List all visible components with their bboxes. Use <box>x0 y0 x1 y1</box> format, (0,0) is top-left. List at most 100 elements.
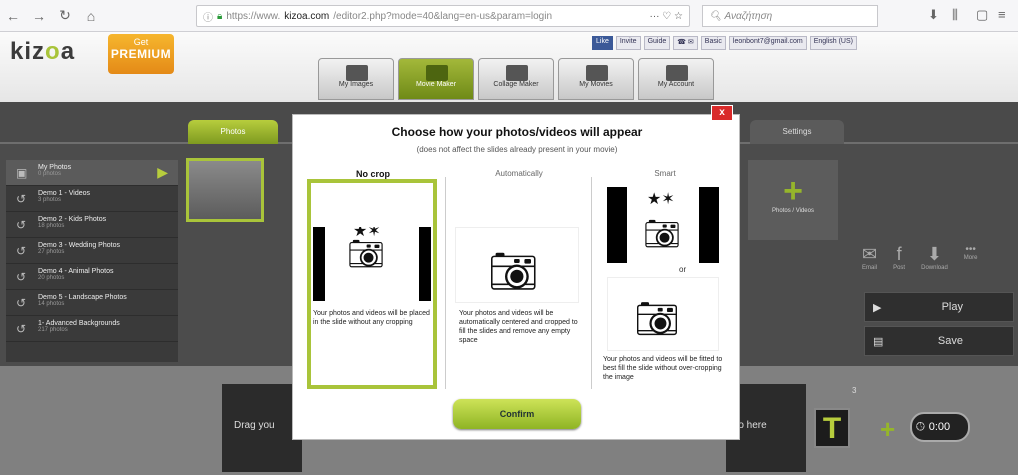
album-name: Demo 3 - Wedding Photos <box>38 242 120 249</box>
crop-mode-dialog: x Choose how your photos/videos will app… <box>292 105 740 440</box>
premium-label: PREMIUM <box>110 47 172 61</box>
phone-mail-icon[interactable]: ☎ ✉ <box>673 36 698 50</box>
album-item[interactable]: Demo 5 - Landscape Photos14 photos <box>6 290 178 316</box>
menu-icon[interactable]: ≡ <box>998 7 1006 22</box>
album-item[interactable]: Demo 2 - Kids Photos18 photos <box>6 212 178 238</box>
dialog-subtitle: (does not affect the slides already pres… <box>416 145 618 154</box>
album-item[interactable]: Demo 4 - Animal Photos20 photos <box>6 264 178 290</box>
download-label: Download <box>921 265 948 271</box>
post-label: Post <box>893 265 906 271</box>
album-count: 217 photos <box>38 327 68 333</box>
album-item[interactable]: Demo 1 - Videos3 photos <box>6 186 178 212</box>
save-button[interactable]: ▤ Save <box>864 326 1014 356</box>
smart-illustration-fit[interactable]: 📷︎ ★✶ <box>607 187 719 263</box>
download-button[interactable]: ⬇ Download <box>921 244 948 271</box>
save-icon: ▤ <box>873 335 884 348</box>
camera-mascot-icon: 📷︎ <box>347 238 386 271</box>
sidebar-icon[interactable]: ▢ <box>976 7 988 23</box>
divider <box>591 177 592 389</box>
option-desc-no-crop: Your photos and videos will be placed in… <box>313 310 430 326</box>
menu-label: Movie Maker <box>415 81 457 88</box>
facebook-like-button[interactable]: Like <box>592 36 613 50</box>
divider <box>445 177 446 389</box>
timeline-drop-slot[interactable]: Drag you <box>222 384 302 472</box>
url-path: /editor2.php?mode=40&lang=en-us&param=lo… <box>333 10 553 22</box>
add-photos-videos-button[interactable]: + Photos / Videos <box>748 160 838 240</box>
automatic-illustration[interactable]: 📷︎ <box>455 227 579 303</box>
browser-toolbar: ← → ↻ ⌂ ⓘ 🔒︎ https://www. kizoa.com/edito… <box>0 0 1018 32</box>
letterbox-bar <box>607 187 627 263</box>
play-icon: ▶ <box>873 301 882 314</box>
logo-part-c: a <box>60 38 76 65</box>
or-label: or <box>679 265 687 274</box>
drag-text: Drag you <box>234 420 275 431</box>
confirm-button[interactable]: Confirm <box>453 399 581 429</box>
album-name: My Photos <box>38 164 72 171</box>
top-links: Like Invite Guide ☎ ✉ Basic leonbont7@gm… <box>592 36 857 50</box>
album-list: My Photos0 photos Demo 1 - Videos3 photo… <box>6 160 178 362</box>
main-menu: My Images Movie Maker Collage Maker My M… <box>318 58 714 100</box>
home-icon[interactable]: ⌂ <box>78 8 104 24</box>
guide-button[interactable]: Guide <box>643 36 671 50</box>
album-count: 3 photos <box>38 197 62 203</box>
download-icon[interactable]: ⬇ <box>928 7 939 23</box>
tab-photos[interactable]: Photos <box>188 120 278 144</box>
album-item[interactable]: My Photos0 photos <box>6 160 178 186</box>
back-icon[interactable]: ← <box>0 8 26 24</box>
option-desc-automatically: Your photos and videos will be automatic… <box>459 310 578 344</box>
email-button[interactable]: ✉ Email <box>862 244 877 271</box>
url-domain: kizoa.com <box>284 10 330 22</box>
plan-badge: Basic <box>700 36 726 50</box>
slide-number: 3 <box>852 386 857 395</box>
letterbox-bar <box>313 227 325 301</box>
get-premium-button[interactable]: Get PREMIUM <box>108 34 174 74</box>
more-button[interactable]: ••• More <box>964 244 978 271</box>
option-label-smart: Smart <box>654 169 676 178</box>
stars-icon: ★✶ <box>353 227 381 240</box>
invite-button[interactable]: Invite <box>615 36 641 50</box>
kizoa-logo[interactable]: kizoa <box>10 38 75 66</box>
duration-display[interactable]: 🕓︎ 0:00 <box>910 412 970 442</box>
add-text-button[interactable]: T <box>814 408 850 448</box>
images-icon <box>346 65 368 81</box>
url-prefix: https://www. <box>226 10 281 22</box>
album-count: 20 photos <box>38 275 65 281</box>
add-slide-plus-icon[interactable]: + <box>880 414 895 445</box>
photo-thumbnail[interactable] <box>186 158 264 222</box>
close-button[interactable]: x <box>711 105 733 121</box>
forward-icon[interactable]: → <box>26 8 52 24</box>
smart-illustration-crop[interactable]: 📷︎ <box>607 277 719 351</box>
post-button[interactable]: f Post <box>893 244 905 271</box>
premium-get: Get <box>133 37 149 47</box>
album-count: 27 photos <box>38 249 65 255</box>
camera-mascot-icon: 📷︎ <box>643 218 682 251</box>
logo-part-a: kiz <box>10 38 46 65</box>
album-count: 0 photos <box>38 171 62 177</box>
album-name: Demo 1 - Videos <box>38 190 91 197</box>
info-icon: ⓘ <box>203 12 213 24</box>
menu-label: Collage Maker <box>493 81 539 88</box>
play-button[interactable]: ▶ Play <box>864 292 1014 322</box>
logo-part-b: o <box>45 38 61 65</box>
plus-icon: + <box>783 172 803 210</box>
album-item[interactable]: Demo 3 - Wedding Photos27 photos <box>6 238 178 264</box>
reload-icon[interactable]: ↻ <box>52 7 78 24</box>
account-email[interactable]: leonbont7@gmail.com <box>728 36 807 50</box>
bookmark-star-icon[interactable]: ··· ♡ ☆ <box>650 11 683 22</box>
movie-maker-icon <box>426 65 448 81</box>
menu-my-account[interactable]: My Account <box>638 58 714 100</box>
play-label: Play <box>941 301 963 313</box>
more-label: More <box>963 255 978 261</box>
album-item[interactable]: 1- Advanced Backgrounds217 photos <box>6 316 178 342</box>
language-select[interactable]: English (US) <box>809 36 857 50</box>
menu-movie-maker[interactable]: Movie Maker <box>398 58 474 100</box>
menu-collage-maker[interactable]: Collage Maker <box>478 58 554 100</box>
address-bar[interactable]: ⓘ 🔒︎ https://www. kizoa.com/editor2.php?m… <box>196 5 690 27</box>
menu-my-movies[interactable]: My Movies <box>558 58 634 100</box>
menu-label: My Account <box>657 81 695 88</box>
letterbox-bar <box>699 187 719 263</box>
search-input[interactable]: 🔍︎ Αναζήτηση <box>702 5 878 27</box>
menu-my-images[interactable]: My Images <box>318 58 394 100</box>
library-icon[interactable]: ⫼ <box>952 7 958 23</box>
tab-settings[interactable]: Settings <box>750 120 844 144</box>
